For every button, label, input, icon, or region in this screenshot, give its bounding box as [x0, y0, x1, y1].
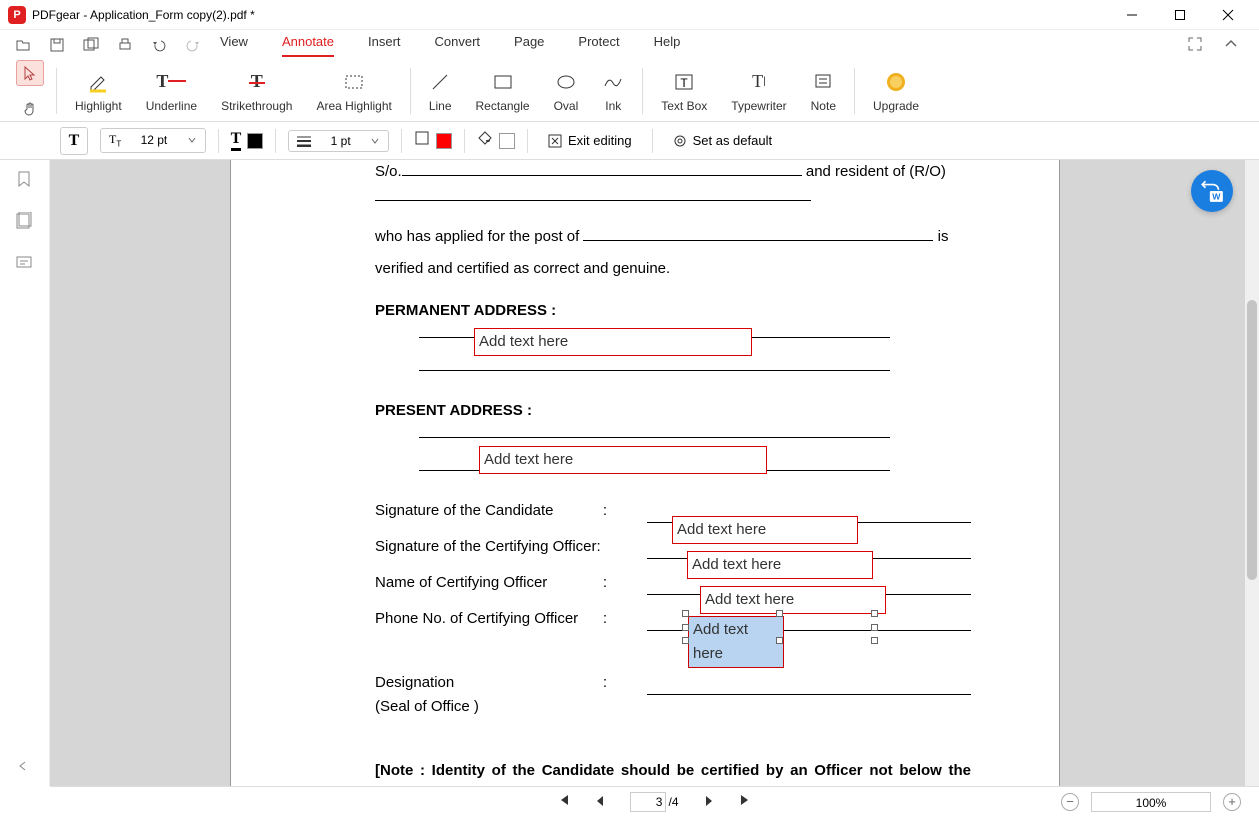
note-button[interactable]: Note	[799, 60, 848, 122]
close-button[interactable]	[1205, 0, 1251, 30]
area-highlight-button[interactable]: Area Highlight	[304, 60, 403, 122]
highlight-button[interactable]: Highlight	[63, 60, 134, 122]
present-address-label: PRESENT ADDRESS :	[375, 399, 971, 423]
strikethrough-button[interactable]: TStrikethrough	[209, 60, 304, 122]
upgrade-button[interactable]: Upgrade	[861, 60, 931, 122]
fill-color-swatch[interactable]	[499, 133, 515, 149]
page-number-input[interactable]	[630, 792, 666, 812]
zoom-in-button[interactable]: +	[1223, 793, 1241, 811]
font-size-select[interactable]: TT 12 pt	[100, 128, 206, 152]
prev-page-button[interactable]	[594, 794, 606, 810]
collapse-ribbon-icon[interactable]	[1223, 36, 1241, 54]
textbox-annotation[interactable]: Add text here	[700, 586, 886, 614]
svg-text:W: W	[1212, 192, 1221, 202]
minimize-button[interactable]	[1109, 0, 1155, 30]
border-color-swatch[interactable]	[436, 133, 452, 149]
permanent-address-label: PERMANENT ADDRESS :	[375, 299, 971, 323]
textbox-annotation-selected[interactable]: Add text here	[688, 616, 784, 668]
rectangle-button[interactable]: Rectangle	[464, 60, 542, 122]
select-tool[interactable]	[16, 60, 44, 86]
svg-text:T: T	[681, 76, 689, 90]
zoom-value[interactable]: 100%	[1091, 792, 1211, 812]
phone-officer-label: Phone No. of Certifying Officer	[375, 610, 578, 627]
hand-tool[interactable]	[16, 96, 44, 122]
oval-button[interactable]: Oval	[542, 60, 591, 122]
doc-text: and resident of (R/O)	[806, 163, 946, 180]
tab-page[interactable]: Page	[514, 34, 544, 57]
name-officer-label: Name of Certifying Officer	[375, 574, 547, 591]
window-title: PDFgear - Application_Form copy(2).pdf *	[32, 8, 1109, 22]
maximize-button[interactable]	[1157, 0, 1203, 30]
textbox-annotation[interactable]: Add text here	[479, 446, 767, 474]
textbox-annotation[interactable]: Add text here	[474, 328, 752, 356]
font-family-button[interactable]: T	[60, 127, 88, 155]
vertical-scrollbar[interactable]	[1245, 160, 1259, 786]
ink-button[interactable]: Ink	[590, 60, 636, 122]
line-button[interactable]: Line	[417, 60, 464, 122]
app-logo: P	[8, 6, 26, 24]
bookmarks-icon[interactable]	[15, 170, 35, 190]
tab-help[interactable]: Help	[654, 34, 681, 57]
tab-annotate[interactable]: Annotate	[282, 34, 334, 57]
textbox-annotation[interactable]: Add text here	[672, 516, 858, 544]
zoom-out-button[interactable]: −	[1061, 793, 1079, 811]
undo-icon[interactable]	[150, 36, 168, 54]
document-canvas[interactable]: S/o. and resident of (R/O) who has appli…	[50, 160, 1259, 786]
fullscreen-icon[interactable]	[1187, 36, 1205, 54]
doc-text: who has applied for the post of	[375, 228, 579, 245]
comments-icon[interactable]	[15, 254, 35, 274]
doc-text: S/o.	[375, 163, 402, 180]
thumbnails-icon[interactable]	[15, 212, 35, 232]
textbox-annotation[interactable]: Add text here	[687, 551, 873, 579]
tab-view[interactable]: View	[220, 34, 248, 57]
first-page-button[interactable]	[556, 793, 570, 810]
exit-editing-button[interactable]: Exit editing	[540, 129, 640, 152]
expand-sidebar-icon[interactable]	[16, 759, 30, 778]
seal-label: (Seal of Office )	[375, 695, 971, 719]
set-default-button[interactable]: Set as default	[665, 129, 781, 152]
fill-color-icon	[477, 130, 493, 151]
typewriter-button[interactable]: T|Typewriter	[719, 60, 798, 122]
doc-text: verified and certified as correct and ge…	[375, 257, 971, 281]
tab-insert[interactable]: Insert	[368, 34, 401, 57]
border-color-icon	[414, 130, 430, 151]
sig-candidate-label: Signature of the Candidate	[375, 502, 553, 519]
page-total: /4	[668, 795, 678, 809]
convert-word-button[interactable]: W	[1191, 170, 1233, 212]
save-as-icon[interactable]	[82, 36, 100, 54]
next-page-button[interactable]	[703, 794, 715, 810]
font-color-swatch[interactable]	[247, 133, 263, 149]
tab-convert[interactable]: Convert	[435, 34, 481, 57]
underline-button[interactable]: TUnderline	[134, 60, 209, 122]
note-text: [Note : Identity of the Candidate should…	[375, 759, 971, 786]
textbox-button[interactable]: TText Box	[649, 60, 719, 122]
designation-label: Designation	[375, 674, 454, 691]
last-page-button[interactable]	[739, 793, 753, 810]
font-color-icon: T	[231, 130, 242, 151]
save-icon[interactable]	[48, 36, 66, 54]
border-width-select[interactable]: 1 pt	[288, 130, 389, 152]
tab-protect[interactable]: Protect	[578, 34, 619, 57]
open-icon[interactable]	[14, 36, 32, 54]
print-icon[interactable]	[116, 36, 134, 54]
doc-text: is	[938, 228, 949, 245]
redo-icon[interactable]	[184, 36, 202, 54]
sig-officer-label: Signature of the Certifying Officer:	[375, 535, 607, 559]
